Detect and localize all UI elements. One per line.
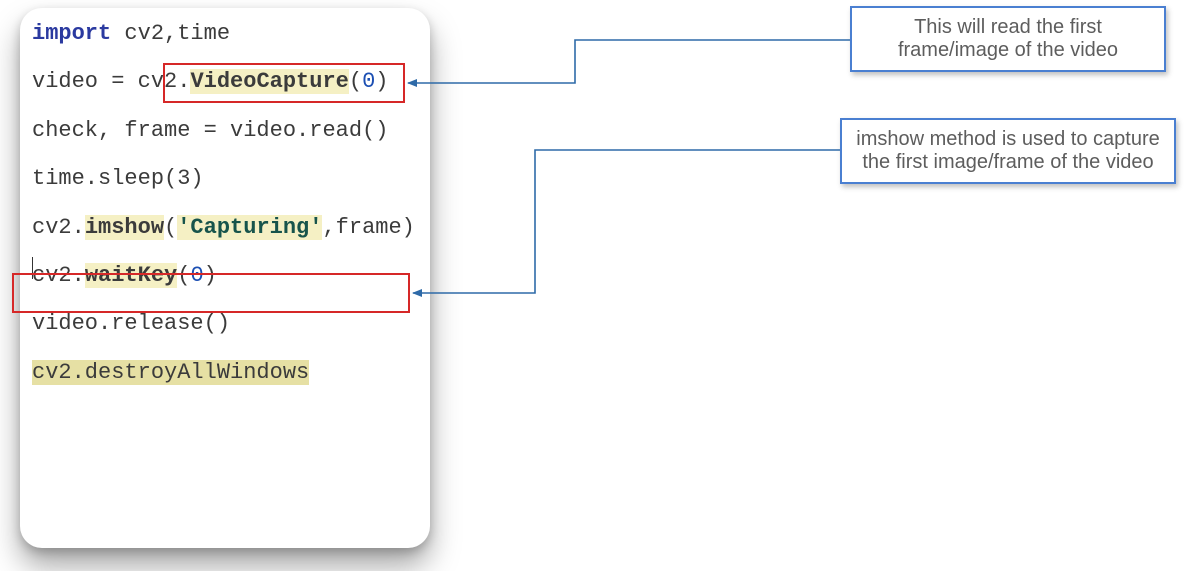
code-text: ,frame) — [322, 215, 414, 240]
callout-text-line: This will read the first — [866, 16, 1150, 39]
code-block: import cv2,time video = cv2.VideoCapture… — [32, 22, 418, 385]
callout-text-line: the first image/frame of the video — [856, 151, 1160, 174]
fn-waitkey: waitKey — [85, 263, 177, 288]
callout-imshow: imshow method is used to capture the fir… — [840, 118, 1176, 184]
callout-videocapture: This will read the first frame/image of … — [850, 6, 1166, 72]
fn-imshow: imshow — [85, 215, 164, 240]
string-literal: 'Capturing' — [177, 215, 322, 240]
paren-open: ( — [164, 215, 177, 240]
text-cursor — [32, 257, 33, 279]
code-text: cv2,time — [111, 21, 230, 46]
code-text: video = cv2. — [32, 69, 190, 94]
paren-close: ) — [375, 69, 388, 94]
code-text: time.sleep(3) — [32, 166, 204, 191]
code-text: video.release() — [32, 311, 230, 336]
code-text: cv2. — [32, 215, 85, 240]
fn-videocapture: VideoCapture — [190, 69, 348, 94]
code-text: cv2. — [32, 263, 85, 288]
code-text: check, frame = video.read() — [32, 118, 388, 143]
numeric-literal: 0 — [190, 263, 203, 288]
paren-open: ( — [177, 263, 190, 288]
paren-close: ) — [204, 263, 217, 288]
paren-open: ( — [349, 69, 362, 94]
keyword-import: import — [32, 21, 111, 46]
numeric-literal: 0 — [362, 69, 375, 94]
callout-text-line: frame/image of the video — [866, 39, 1150, 62]
callout-text-line: imshow method is used to capture — [856, 128, 1160, 151]
code-editor-card: import cv2,time video = cv2.VideoCapture… — [20, 8, 430, 548]
fn-destroyallwindows: cv2.destroyAllWindows — [32, 360, 309, 385]
